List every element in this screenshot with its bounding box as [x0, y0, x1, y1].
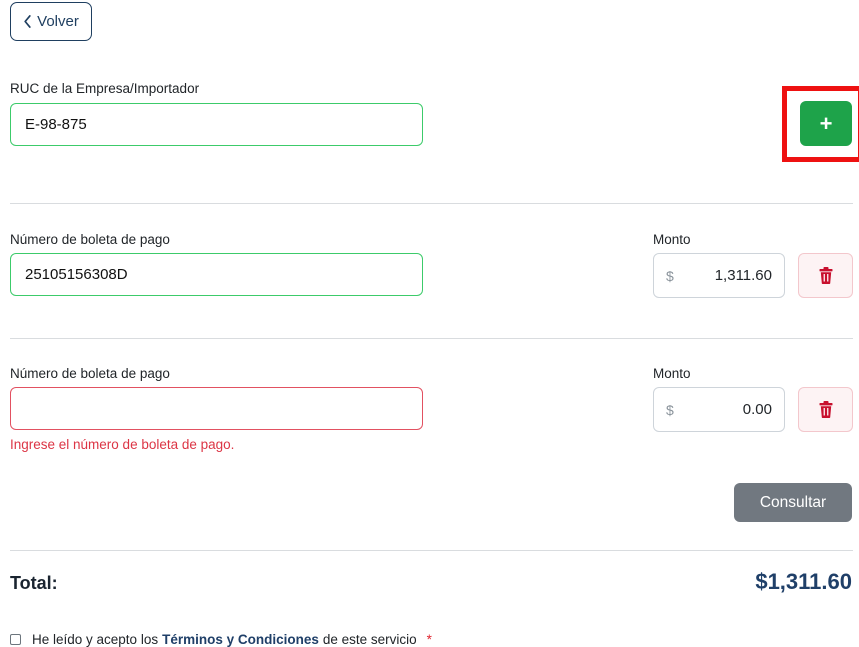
ruc-input-value: E-98-875	[25, 116, 87, 133]
delete-row-button[interactable]	[798, 253, 853, 298]
divider	[10, 203, 853, 204]
plus-icon: +	[819, 110, 833, 136]
total-value: $1,311.60	[755, 569, 852, 594]
add-row-button[interactable]: +	[800, 101, 852, 146]
chevron-left-icon	[24, 15, 31, 28]
total-label: Total:	[10, 573, 58, 593]
terms-link[interactable]: Términos y Condiciones	[162, 632, 319, 647]
boleta-input-value: 25105156308D	[25, 266, 128, 283]
consultar-button-label: Consultar	[759, 493, 827, 511]
currency-symbol: $	[666, 401, 674, 418]
divider	[10, 338, 853, 339]
ruc-label: RUC de la Empresa/Importador	[10, 81, 200, 96]
monto-input[interactable]: $ 0.00	[653, 387, 785, 432]
terms-row: He leído y acepto los Términos y Condici…	[10, 632, 432, 647]
boleta-error-message: Ingrese el número de boleta de pago.	[10, 437, 235, 452]
monto-value: 0.00	[742, 401, 772, 418]
trash-icon	[819, 267, 832, 284]
terms-checkbox[interactable]	[10, 634, 21, 645]
ruc-input[interactable]: E-98-875	[10, 103, 423, 146]
terms-prefix: He leído y acepto los	[32, 632, 159, 647]
divider	[10, 550, 853, 551]
trash-icon	[819, 401, 832, 418]
monto-label: Monto	[653, 366, 691, 381]
currency-symbol: $	[666, 267, 674, 284]
required-asterisk: *	[426, 632, 432, 647]
boleta-input[interactable]	[10, 387, 423, 430]
boleta-label: Número de boleta de pago	[10, 366, 170, 381]
delete-row-button[interactable]	[798, 387, 853, 432]
boleta-label: Número de boleta de pago	[10, 232, 170, 247]
boleta-input[interactable]: 25105156308D	[10, 253, 423, 296]
consultar-button[interactable]: Consultar	[734, 483, 852, 522]
monto-label: Monto	[653, 232, 691, 247]
monto-input[interactable]: $ 1,311.60	[653, 253, 785, 298]
back-button-label: Volver	[37, 13, 79, 30]
monto-value: 1,311.60	[714, 267, 772, 284]
back-button[interactable]: Volver	[10, 2, 92, 41]
terms-suffix: de este servicio	[322, 632, 417, 647]
